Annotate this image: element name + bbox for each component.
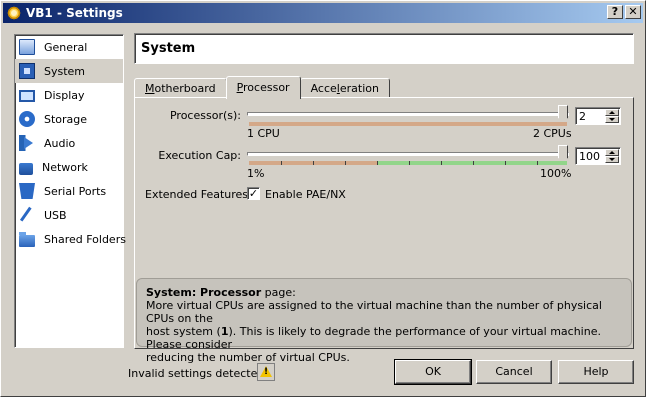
execution-cap-min-label: 1% — [247, 167, 265, 180]
tab-motherboard-label: otherboard — [154, 82, 216, 95]
processors-spinbox[interactable]: 2 — [575, 107, 621, 125]
execution-cap-tick — [441, 161, 442, 165]
network-icon — [19, 163, 33, 175]
processors-up-arrow-icon[interactable] — [605, 109, 619, 116]
processors-range-bar — [249, 122, 567, 126]
execution-cap-tick — [409, 161, 410, 165]
execution-cap-max-label: 100% — [540, 167, 572, 180]
page-title: System — [134, 33, 634, 64]
execution-cap-ok-range — [377, 161, 567, 165]
sidebar-item-audio[interactable]: Audio — [15, 131, 123, 155]
sidebar-item-shared-folders[interactable]: Shared Folders — [15, 227, 126, 251]
info-title-bold: System: Processor — [146, 286, 262, 299]
info-title: System: Processor page: — [146, 286, 622, 299]
execution-cap-up-arrow-icon[interactable] — [605, 149, 619, 156]
processors-max-label: 2 CPUs — [533, 127, 572, 140]
execution-cap-down-arrow-icon[interactable] — [605, 156, 619, 163]
general-icon — [19, 39, 35, 55]
execution-cap-tick — [313, 161, 314, 165]
execution-cap-tick — [377, 161, 378, 165]
sidebar-item-storage[interactable]: Storage — [15, 107, 123, 131]
processors-down-arrow-icon[interactable] — [605, 116, 619, 123]
sidebar-item-serial-ports[interactable]: Serial Ports — [15, 179, 123, 203]
execution-cap-value: 100 — [579, 150, 600, 163]
enable-pae-nx-checkbox[interactable]: ✓ — [247, 187, 260, 200]
storage-icon — [19, 111, 35, 127]
usb-icon — [19, 206, 35, 224]
sidebar-item-general[interactable]: General — [15, 35, 123, 59]
tab-acceleration-label-pre: Acce — [310, 82, 337, 95]
extended-features-label: Extended Features: — [145, 188, 252, 201]
sidebar-item-network[interactable]: Network — [15, 155, 123, 179]
title-bar[interactable]: VB1 - Settings ? ✕ — [3, 3, 643, 23]
execution-cap-spinbox[interactable]: 100 — [575, 147, 621, 165]
execution-cap-tick — [473, 161, 474, 165]
info-line-2: host system (1). This is likely to degra… — [146, 325, 622, 351]
virtualbox-gear-icon — [6, 5, 22, 21]
settings-window: VB1 - Settings ? ✕ General System Displa… — [0, 0, 646, 397]
audio-icon — [19, 135, 35, 151]
window-title: VB1 - Settings — [26, 6, 123, 20]
sidebar-item-usb[interactable]: USB — [15, 203, 123, 227]
info-line-2-pre: host system ( — [146, 325, 221, 338]
close-title-button[interactable]: ✕ — [625, 5, 641, 19]
display-icon — [19, 90, 35, 102]
execution-cap-tick — [345, 161, 346, 165]
help-button[interactable]: Help — [558, 360, 634, 384]
processors-slider-track — [247, 112, 569, 116]
processors-value: 2 — [579, 110, 586, 123]
execution-cap-tick — [537, 161, 538, 165]
tab-motherboard-mnemonic: M — [145, 82, 155, 95]
warning-info-box: System: Processor page: More virtual CPU… — [136, 278, 632, 364]
serial-ports-icon — [19, 183, 35, 199]
sidebar-item-display[interactable]: Display — [15, 83, 123, 107]
execution-cap-slider-track — [247, 152, 569, 156]
tab-processor-label: rocessor — [243, 81, 290, 94]
processors-label: Processor(s): — [169, 109, 241, 122]
tab-acceleration[interactable]: Acceleration — [299, 78, 390, 98]
execution-cap-label: Execution Cap: — [158, 149, 241, 162]
tab-acceleration-label: eration — [339, 82, 379, 95]
warning-icon[interactable] — [257, 363, 275, 381]
shared-folders-icon — [19, 232, 35, 247]
processors-min-label: 1 CPU — [247, 127, 280, 140]
enable-pae-nx-label[interactable]: Enable PAE/NX — [265, 188, 346, 201]
execution-cap-tick — [281, 161, 282, 165]
sidebar-item-system[interactable]: System — [15, 59, 123, 83]
tab-motherboard[interactable]: Motherboard — [134, 78, 227, 98]
system-icon — [19, 63, 35, 79]
ok-button[interactable]: OK — [394, 359, 472, 385]
tab-processor[interactable]: Processor — [225, 76, 301, 99]
tab-bar: Motherboard Processor Acceleration — [134, 76, 390, 99]
info-line-1: More virtual CPUs are assigned to the vi… — [146, 299, 602, 325]
cancel-button[interactable]: Cancel — [476, 360, 552, 384]
info-title-rest: page: — [261, 286, 296, 299]
invalid-settings-status: Invalid settings detected — [128, 367, 265, 380]
execution-cap-tick — [505, 161, 506, 165]
help-title-button[interactable]: ? — [607, 5, 623, 19]
settings-category-list: General System Display Storage Audio Net… — [14, 34, 126, 348]
